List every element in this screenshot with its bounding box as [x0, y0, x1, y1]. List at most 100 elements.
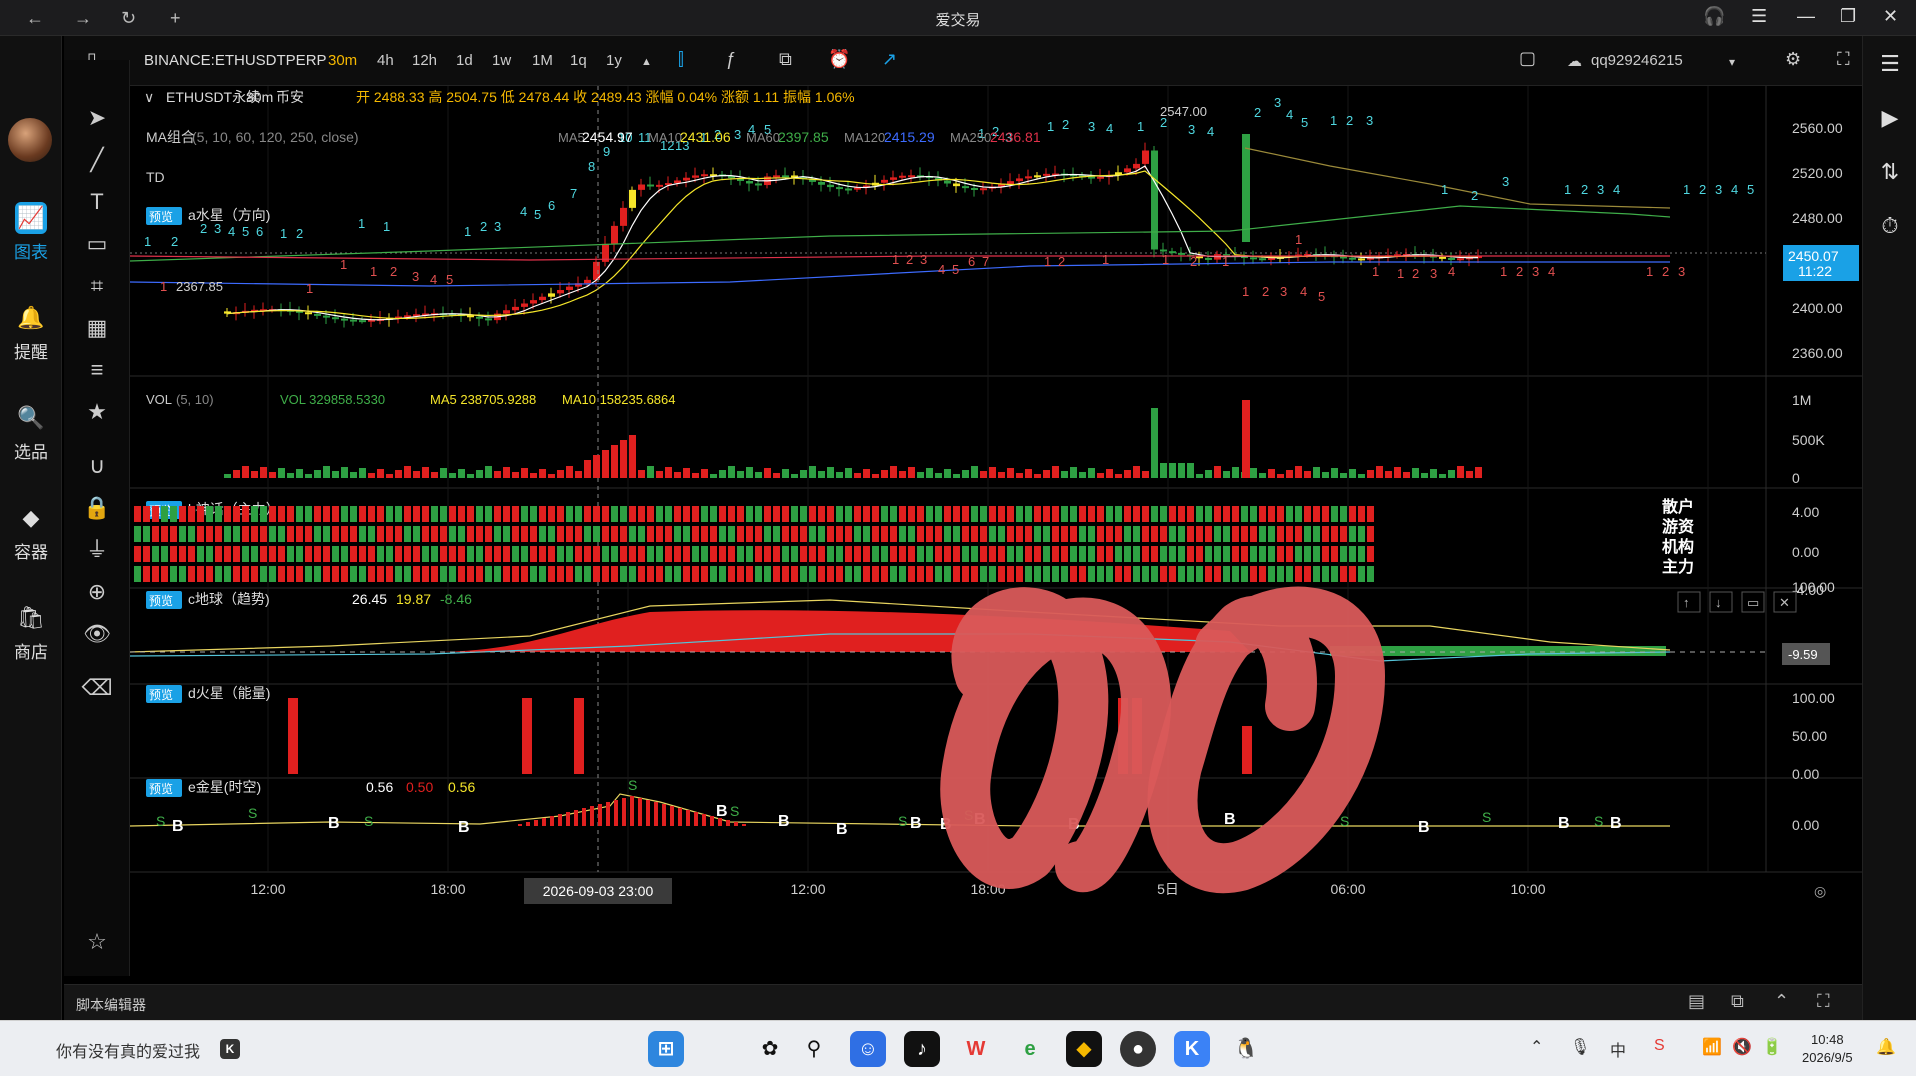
b-cell	[737, 526, 744, 542]
maximize-icon[interactable]: ⛶	[1817, 991, 1830, 1012]
fullscreen-icon[interactable]: ⛶	[1837, 49, 1850, 70]
b-cell	[287, 546, 294, 562]
search-taskbar-icon[interactable]: ⚲	[796, 1031, 832, 1067]
nav-select[interactable]: 🔍 选品	[0, 402, 62, 463]
b-cell	[485, 546, 492, 562]
indicator-icon[interactable]: ƒ	[726, 49, 736, 70]
clock[interactable]: 10:48 2026/9/5	[1802, 1031, 1853, 1067]
interval-1y[interactable]: 1y	[606, 52, 622, 69]
b-cell	[494, 546, 501, 562]
alarm-icon[interactable]: ⏰	[828, 49, 850, 70]
interval-1d[interactable]: 1d	[456, 52, 473, 69]
user-account[interactable]: qq929246215	[1591, 52, 1683, 69]
b-cell	[1232, 546, 1239, 562]
symbol-select[interactable]: BINANCE:ETHUSDTPERP	[144, 52, 327, 69]
candle-body	[980, 188, 987, 191]
tray-app-icon[interactable]: S	[1654, 1037, 1665, 1055]
rectangle-icon[interactable]: ▭	[81, 228, 113, 260]
magnet-icon[interactable]: ∪	[81, 450, 113, 482]
td-count-up: 1	[358, 216, 365, 231]
nav-chart[interactable]: 📈 图表	[0, 202, 62, 263]
cloud-icon[interactable]: ☁	[1567, 52, 1582, 70]
windows-start-icon[interactable]: ⊞	[648, 1031, 684, 1067]
eye-icon[interactable]: 👁	[81, 618, 113, 650]
candle-type-icon[interactable]: ⫿	[678, 49, 684, 70]
ime-indicator[interactable]: 中	[1610, 1037, 1626, 1061]
clock-icon[interactable]: ⏱	[1876, 212, 1904, 240]
volume-bar	[1070, 467, 1077, 478]
b-cell	[638, 506, 645, 522]
k-app-icon[interactable]: K	[1174, 1031, 1210, 1067]
nav-alert[interactable]: 🔔 提醒	[0, 302, 62, 363]
battery-icon[interactable]: 🔋	[1762, 1037, 1782, 1057]
pinwheel-app-icon[interactable]: ✿	[752, 1031, 788, 1067]
text-icon[interactable]: T	[81, 186, 113, 218]
settings-icon[interactable]: ⚙	[1785, 49, 1801, 70]
tray-chevron-up-icon[interactable]: ⌃	[1530, 1037, 1543, 1057]
minimize-icon[interactable]: —	[1797, 6, 1815, 27]
script-editor-label[interactable]: 脚本编辑器	[76, 995, 146, 1015]
star-icon[interactable]: ★	[81, 396, 113, 428]
volume-bar	[836, 472, 843, 478]
menu-icon[interactable]: ☰	[1751, 6, 1767, 27]
filter-icon[interactable]: ⏚	[81, 534, 113, 566]
cursor-icon[interactable]: ➤	[81, 102, 113, 134]
chart-area[interactable]: 2560.002520.002480.002440.002400.002360.…	[130, 86, 1862, 976]
draw-line-icon[interactable]: ↗	[882, 49, 897, 70]
chevron-up-icon[interactable]: ⌃	[1774, 991, 1789, 1012]
recorder-app-icon[interactable]: ●	[1120, 1031, 1156, 1067]
volume-bar	[773, 473, 780, 478]
restore-icon[interactable]: ❐	[1840, 6, 1856, 27]
trading-app-icon[interactable]: ◆	[1066, 1031, 1102, 1067]
interval-12h[interactable]: 12h	[412, 52, 437, 69]
close-icon[interactable]: ✕	[1883, 6, 1898, 27]
interval-4h[interactable]: 4h	[377, 52, 394, 69]
target-icon[interactable]: ⊕	[81, 576, 113, 608]
nav-store[interactable]: 🛍 商店	[0, 602, 62, 663]
lock-icon[interactable]: 🔒	[81, 492, 113, 524]
swap-icon[interactable]: ⇅	[1876, 158, 1904, 186]
b-cell	[1196, 546, 1203, 562]
candle-body	[1142, 150, 1149, 164]
compare-icon[interactable]: ⧉	[779, 49, 792, 70]
td-count-up: 4	[1731, 182, 1738, 197]
interval-1w[interactable]: 1w	[492, 52, 511, 69]
td-count-up: 1	[1683, 182, 1690, 197]
avatar[interactable]	[8, 118, 52, 162]
interval-30m[interactable]: 30m	[328, 52, 357, 69]
crop-icon[interactable]: ⌗	[81, 270, 113, 302]
chat-app-icon[interactable]: ☺	[850, 1031, 886, 1067]
calendar-icon[interactable]: ▤	[1688, 991, 1705, 1012]
interval-1M[interactable]: 1M	[532, 52, 553, 69]
k-badge-icon[interactable]: K	[220, 1039, 240, 1059]
play-icon[interactable]: ▶	[1876, 104, 1904, 132]
penguin-app-icon[interactable]: 🐧	[1228, 1031, 1264, 1067]
layout-icon[interactable]: ▢	[1519, 48, 1536, 69]
script-editor-bar[interactable]: 脚本编辑器 ▤ ⧉ ⌃ ⛶	[64, 984, 1862, 1020]
interval-more-icon[interactable]: ▲	[641, 56, 652, 68]
b-cell	[422, 506, 429, 522]
popout-icon[interactable]: ⧉	[1731, 991, 1744, 1012]
headset-icon[interactable]: 🎧	[1703, 6, 1725, 27]
tiktok-icon[interactable]: ♪	[904, 1031, 940, 1067]
b-cell	[305, 506, 312, 522]
browser-icon[interactable]: e	[1012, 1031, 1048, 1067]
list-icon[interactable]: ☰	[1876, 50, 1904, 78]
wps-icon[interactable]: W	[958, 1031, 994, 1067]
eraser-icon[interactable]: ⌫	[81, 672, 113, 704]
user-chevron-down-icon[interactable]: ▾	[1729, 55, 1735, 69]
notification-bell-icon[interactable]: 🔔	[1876, 1037, 1896, 1057]
grid-icon[interactable]: ▦	[81, 312, 113, 344]
lines-icon[interactable]: ≡	[81, 354, 113, 386]
nav-container[interactable]: ◆ 容器	[0, 502, 62, 563]
volume-bar	[782, 469, 789, 478]
volume-muted-icon[interactable]: 🔇	[1732, 1037, 1752, 1057]
interval-1q[interactable]: 1q	[570, 52, 587, 69]
microphone-icon[interactable]: 🎙	[1570, 1037, 1590, 1057]
b-cell	[1016, 506, 1023, 522]
chart-canvas[interactable]: 2560.002520.002480.002440.002400.002360.…	[130, 86, 1862, 976]
favorite-star-icon[interactable]: ☆	[81, 926, 113, 958]
taskbar-search-text[interactable]: 你有没有真的爱过我	[56, 1038, 200, 1062]
trendline-icon[interactable]: ╱	[81, 144, 113, 176]
wifi-icon[interactable]: 📶	[1702, 1037, 1722, 1057]
